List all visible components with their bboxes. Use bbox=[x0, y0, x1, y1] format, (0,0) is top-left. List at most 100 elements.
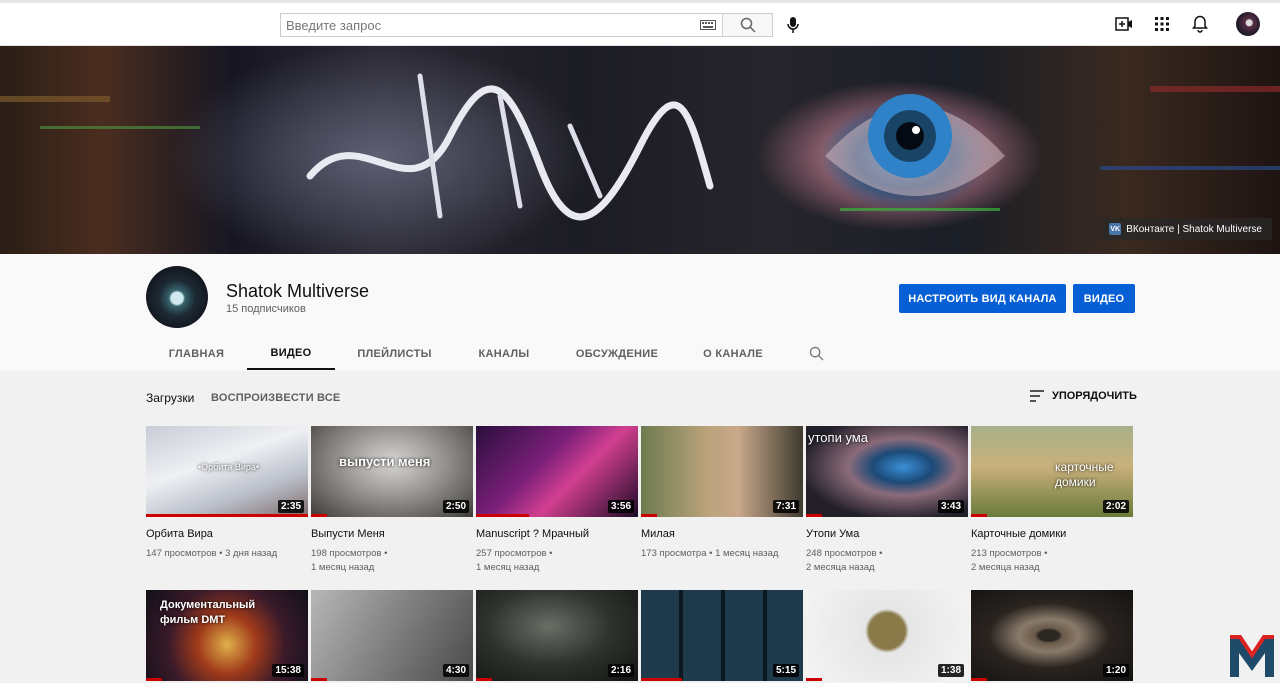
video-duration: 2:50 bbox=[442, 500, 469, 513]
video-card[interactable]: 1:20 bbox=[971, 590, 1133, 681]
voice-search-button[interactable] bbox=[780, 12, 806, 38]
thumbnail-text: Документальный фильм DMT bbox=[160, 599, 256, 626]
video-meta: 257 просмотров • 1 месяц назад bbox=[476, 548, 553, 573]
search-icon bbox=[740, 17, 756, 33]
graffiti-logo bbox=[306, 73, 714, 221]
tab-playlists[interactable]: ПЛЕЙЛИСТЫ bbox=[335, 337, 454, 370]
thumbnail-text: утопи ума bbox=[808, 430, 868, 445]
video-card[interactable]: 5:15 bbox=[641, 590, 803, 681]
watch-progress bbox=[476, 678, 493, 681]
video-title[interactable]: Милая bbox=[641, 527, 803, 541]
videos-section: Загрузки ВОСПРОИЗВЕСТИ ВСЕ УПОРЯДОЧИТЬ •… bbox=[0, 371, 1280, 683]
top-bar bbox=[0, 0, 1280, 46]
video-thumbnail[interactable]: 3:56 bbox=[476, 426, 638, 517]
apps-icon[interactable] bbox=[1150, 12, 1174, 36]
video-thumbnail[interactable]: утопи ума 3:43 bbox=[806, 426, 968, 517]
video-title[interactable]: Manuscript ? Мрачный bbox=[476, 527, 638, 541]
video-title[interactable]: Утопи Ума bbox=[806, 527, 968, 541]
manage-videos-button[interactable]: ВИДЕО bbox=[1073, 284, 1135, 313]
video-duration: 2:16 bbox=[607, 664, 634, 677]
video-thumbnail[interactable]: 1:38 bbox=[806, 590, 968, 681]
watch-progress bbox=[311, 678, 328, 681]
section-title: Загрузки bbox=[146, 391, 195, 405]
video-thumbnail[interactable]: Документальный фильм DMT 15:38 bbox=[146, 590, 308, 681]
banner-decoration bbox=[0, 96, 110, 102]
banner-decoration bbox=[40, 126, 200, 129]
search-box bbox=[280, 13, 773, 37]
video-duration: 3:43 bbox=[937, 500, 964, 513]
vk-icon: VK bbox=[1109, 223, 1122, 235]
video-meta: 248 просмотров • 2 месяца назад bbox=[806, 548, 883, 573]
watch-progress bbox=[146, 678, 163, 681]
video-card[interactable]: 7:31 Милая 173 просмотра • 1 месяц назад bbox=[641, 426, 803, 561]
video-thumbnail[interactable]: 2:16 bbox=[476, 590, 638, 681]
video-duration: 2:35 bbox=[277, 500, 304, 513]
thumbnail-text: выпусти меня bbox=[339, 454, 431, 469]
video-card[interactable]: 4:30 bbox=[311, 590, 473, 681]
search-button[interactable] bbox=[722, 14, 772, 36]
thumbnail-text: •Орбита Вира• bbox=[198, 462, 260, 472]
channel-tabs: ГЛАВНАЯ ВИДЕО ПЛЕЙЛИСТЫ КАНАЛЫ ОБСУЖДЕНИ… bbox=[146, 337, 846, 370]
search-input[interactable] bbox=[281, 14, 694, 36]
watch-progress bbox=[806, 678, 823, 681]
video-card[interactable]: 3:56 Manuscript ? Мрачный 257 просмотров… bbox=[476, 426, 638, 575]
sort-button[interactable]: УПОРЯДОЧИТЬ bbox=[1030, 390, 1137, 402]
thumbnail-text: карточные домики bbox=[1055, 460, 1114, 489]
corner-logo bbox=[1230, 635, 1274, 677]
video-duration: 4:30 bbox=[442, 664, 469, 677]
tab-about[interactable]: О КАНАЛЕ bbox=[680, 337, 786, 370]
play-all-button[interactable]: ВОСПРОИЗВЕСТИ ВСЕ bbox=[211, 392, 340, 404]
banner-decoration bbox=[1150, 86, 1280, 92]
watch-progress bbox=[311, 514, 328, 517]
video-duration: 5:15 bbox=[772, 664, 799, 677]
sort-icon bbox=[1030, 390, 1044, 402]
video-title[interactable]: Орбита Вира bbox=[146, 527, 308, 541]
header-actions bbox=[1112, 12, 1260, 36]
keyboard-icon[interactable] bbox=[694, 14, 722, 36]
video-card[interactable]: •Орбита Вира• 2:35 Орбита Вира 147 просм… bbox=[146, 426, 308, 561]
vk-link-badge[interactable]: VK ВКонтакте | Shatok Multiverse bbox=[1103, 218, 1272, 240]
video-card[interactable]: 1:38 bbox=[806, 590, 968, 681]
tab-channels[interactable]: КАНАЛЫ bbox=[454, 337, 554, 370]
video-title[interactable]: Выпусти Меня bbox=[311, 527, 473, 541]
video-card[interactable]: 2:16 bbox=[476, 590, 638, 681]
channel-name: Shatok Multiverse bbox=[226, 281, 370, 301]
watch-progress bbox=[806, 514, 823, 517]
video-card[interactable]: выпусти меня 2:50 Выпусти Меня 198 просм… bbox=[311, 426, 473, 575]
video-duration: 3:56 bbox=[607, 500, 634, 513]
tab-videos[interactable]: ВИДЕО bbox=[247, 337, 335, 370]
video-meta: 213 просмотров • 2 месяца назад bbox=[971, 548, 1048, 573]
video-meta: 173 просмотра • 1 месяц назад bbox=[641, 548, 779, 559]
video-duration: 7:31 bbox=[772, 500, 799, 513]
video-thumbnail[interactable]: карточные домики 2:02 bbox=[971, 426, 1133, 517]
banner-decoration bbox=[1100, 166, 1280, 170]
video-card[interactable]: утопи ума 3:43 Утопи Ума 248 просмотров … bbox=[806, 426, 968, 575]
video-duration: 15:38 bbox=[272, 664, 304, 677]
video-thumbnail[interactable]: •Орбита Вира• 2:35 bbox=[146, 426, 308, 517]
tab-home[interactable]: ГЛАВНАЯ bbox=[146, 337, 247, 370]
video-thumbnail[interactable]: 5:15 bbox=[641, 590, 803, 681]
channel-avatar[interactable] bbox=[146, 266, 208, 328]
notifications-icon[interactable] bbox=[1188, 12, 1212, 36]
video-card[interactable]: Документальный фильм DMT 15:38 bbox=[146, 590, 308, 681]
video-thumbnail[interactable]: 7:31 bbox=[641, 426, 803, 517]
video-title[interactable]: Карточные домики bbox=[971, 527, 1133, 541]
create-video-icon[interactable] bbox=[1112, 12, 1136, 36]
video-meta: 198 просмотров • 1 месяц назад bbox=[311, 548, 388, 573]
avatar[interactable] bbox=[1236, 12, 1260, 36]
watch-progress bbox=[971, 514, 988, 517]
video-duration: 2:02 bbox=[1102, 500, 1129, 513]
video-thumbnail[interactable]: 1:20 bbox=[971, 590, 1133, 681]
tab-discussion[interactable]: ОБСУЖДЕНИЕ bbox=[554, 337, 680, 370]
watch-progress bbox=[146, 514, 308, 517]
channel-search-button[interactable] bbox=[786, 337, 846, 370]
video-meta: 147 просмотров • 3 дня назад bbox=[146, 548, 278, 559]
search-icon bbox=[809, 346, 824, 361]
customize-channel-button[interactable]: НАСТРОИТЬ ВИД КАНАЛА bbox=[899, 284, 1066, 313]
eye-graphic bbox=[825, 94, 1005, 196]
channel-banner: VK ВКонтакте | Shatok Multiverse bbox=[0, 46, 1280, 254]
mic-icon bbox=[787, 17, 799, 33]
video-card[interactable]: карточные домики 2:02 Карточные домики 2… bbox=[971, 426, 1133, 575]
video-thumbnail[interactable]: 4:30 bbox=[311, 590, 473, 681]
video-thumbnail[interactable]: выпусти меня 2:50 bbox=[311, 426, 473, 517]
